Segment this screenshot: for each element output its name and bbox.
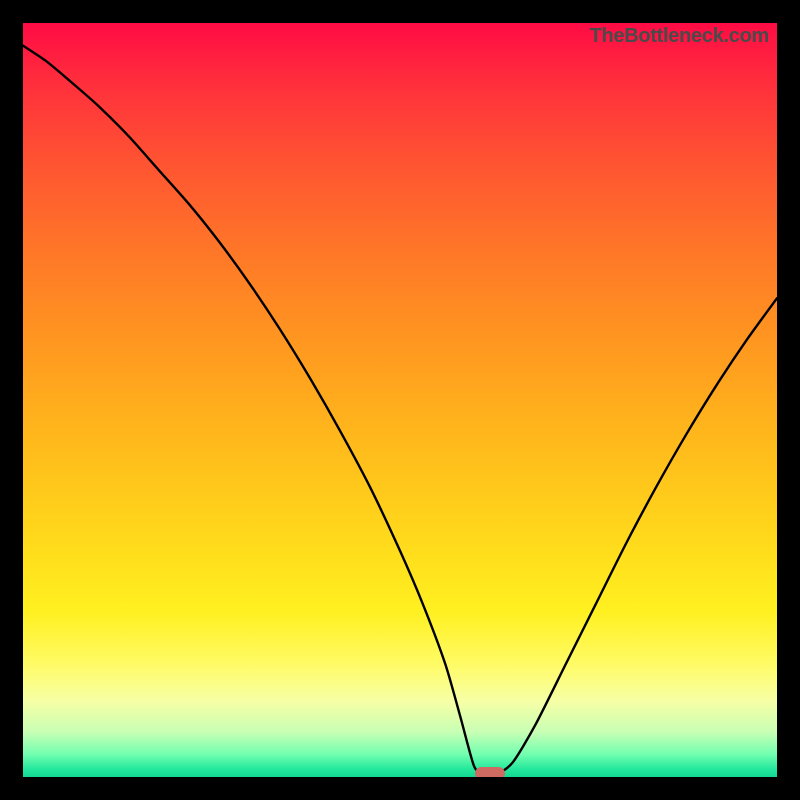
bottleneck-curve — [23, 23, 777, 777]
plot-area: TheBottleneck.com — [23, 23, 777, 777]
chart-frame: TheBottleneck.com — [0, 0, 800, 800]
optimum-marker — [475, 767, 505, 777]
